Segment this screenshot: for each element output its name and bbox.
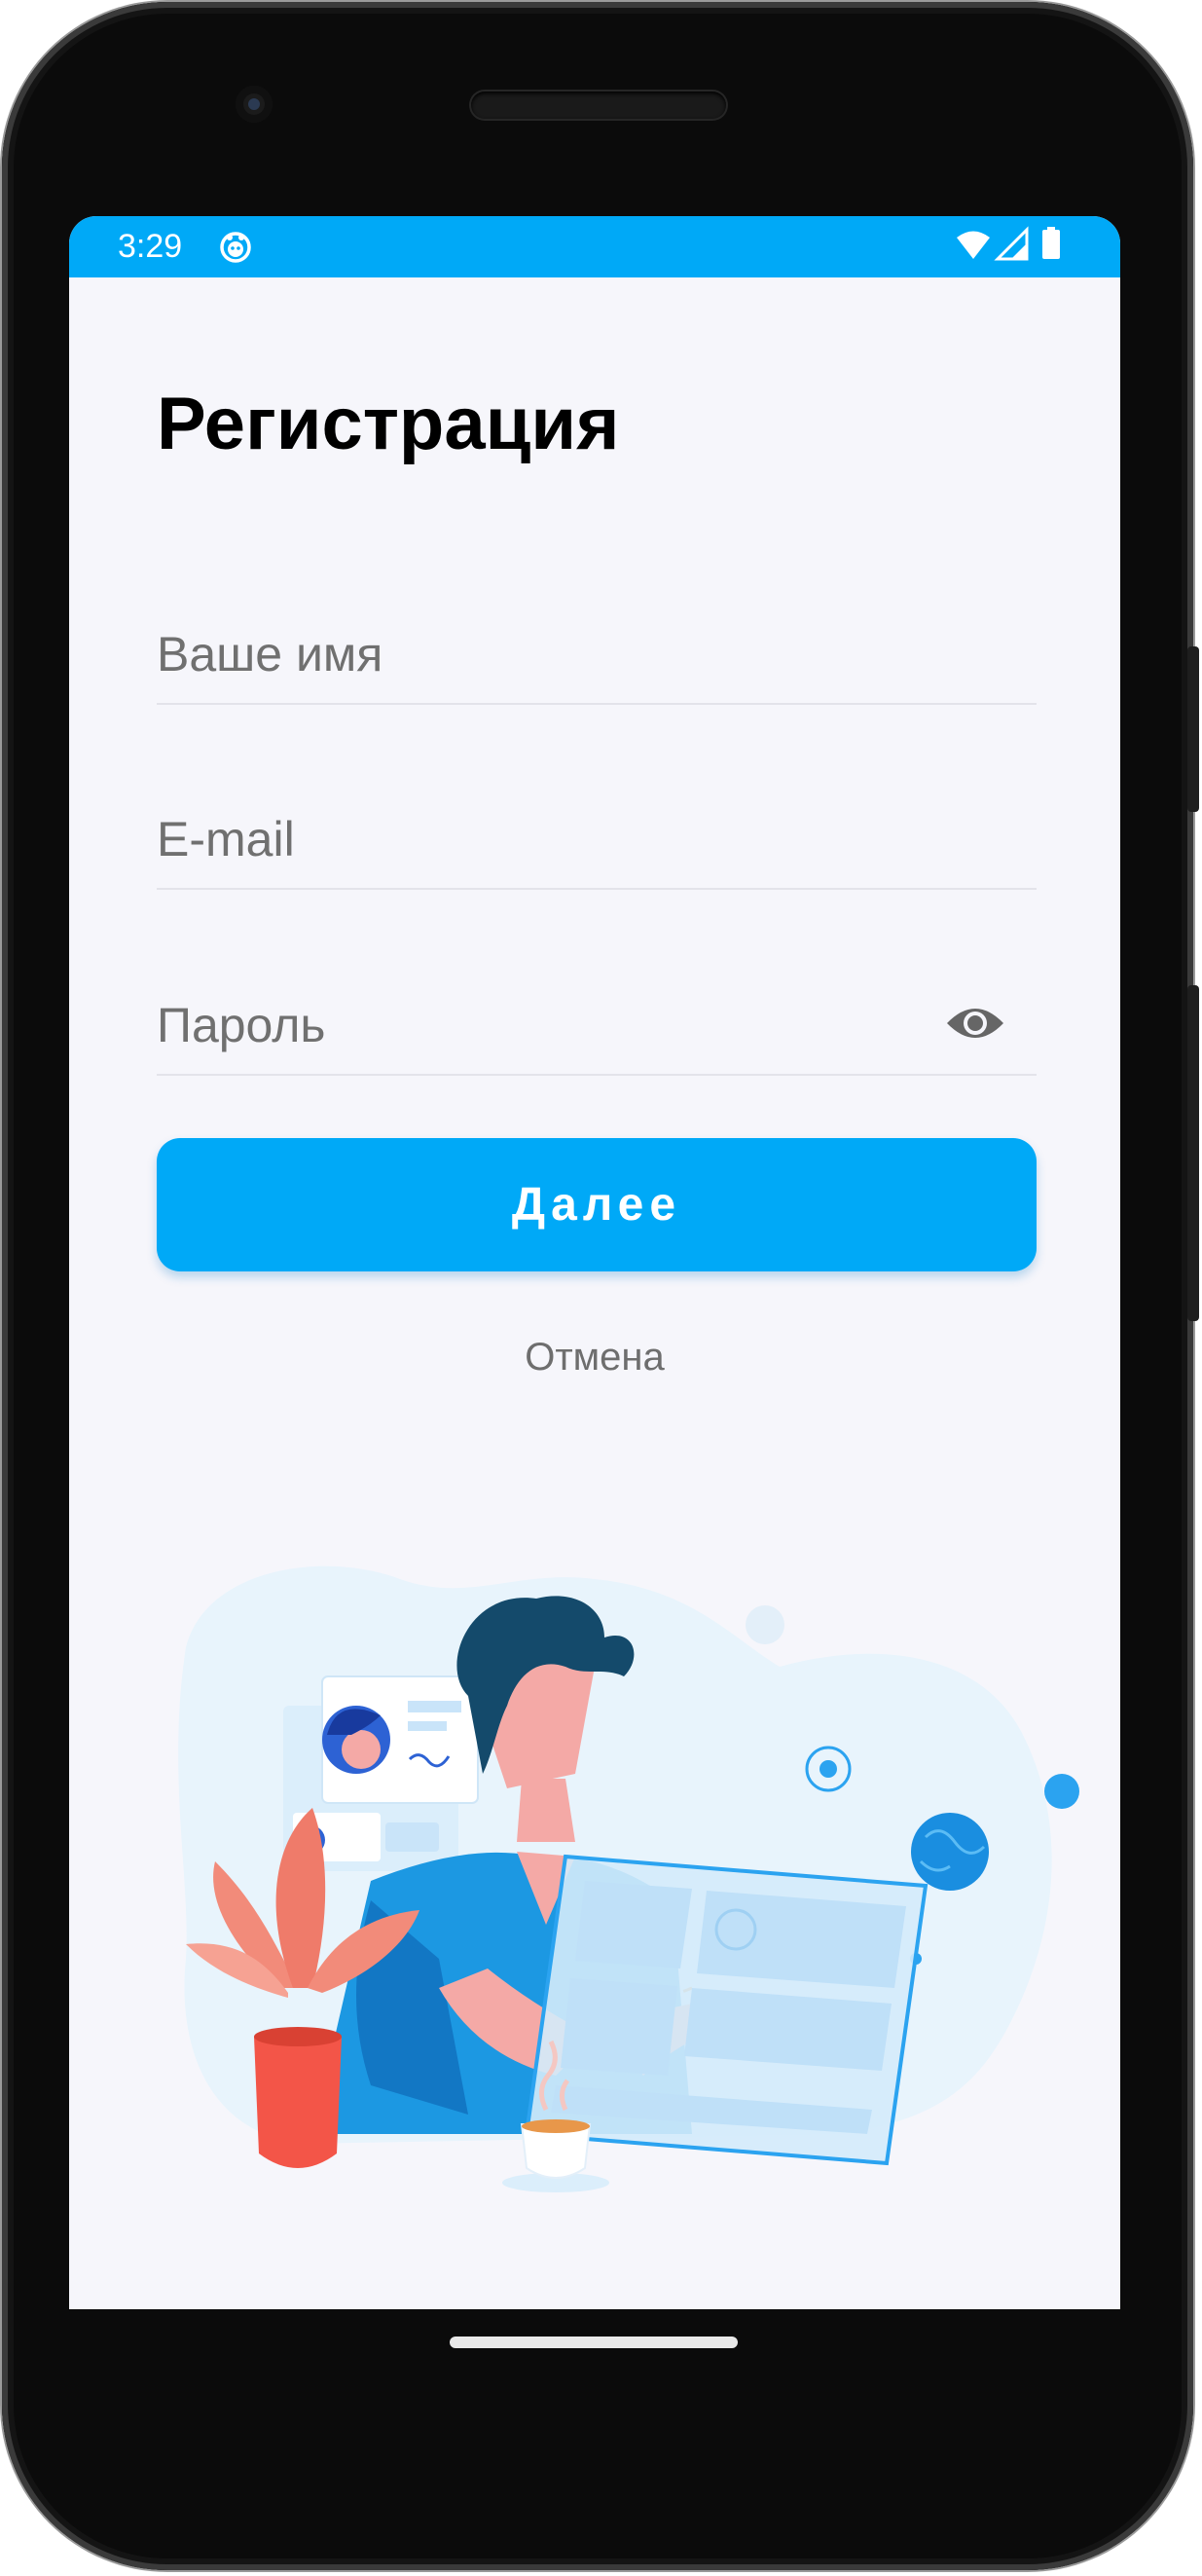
earpiece-speaker (471, 92, 726, 119)
volume-button (1187, 646, 1199, 812)
password-field (157, 967, 1037, 1076)
man-with-tablet-illustration (178, 1565, 1079, 2192)
bubble-blue (1044, 1774, 1079, 1809)
status-icons (957, 226, 1060, 261)
cellular-signal-icon (994, 226, 1029, 261)
app-notification-icon (220, 232, 251, 263)
status-bar: 3:29 (69, 216, 1120, 277)
password-input[interactable] (157, 996, 935, 1054)
front-camera (236, 86, 273, 123)
eye-icon[interactable] (945, 1002, 1005, 1045)
status-time: 3:29 (118, 228, 183, 265)
email-input[interactable] (157, 810, 935, 868)
power-button (1187, 985, 1199, 1321)
cancel-link[interactable]: Отмена (69, 1336, 1120, 1380)
globe-circle (911, 1813, 989, 1891)
app-screen: 3:29 Регистрация Ваше имя E-mail Далее О… (69, 216, 1120, 2309)
next-button[interactable]: Далее (157, 1138, 1037, 1271)
home-indicator[interactable] (450, 2337, 738, 2348)
bubble-small (746, 1605, 784, 1644)
phone-frame: 3:29 Регистрация Ваше имя E-mail Далее О… (2, 2, 1199, 2570)
tablet (524, 1854, 929, 2166)
page-title: Регистрация (157, 383, 620, 465)
battery-icon (1042, 227, 1060, 259)
wifi-icon (957, 231, 990, 259)
name-field (157, 596, 1037, 705)
name-input[interactable] (157, 625, 935, 683)
email-field (157, 781, 1037, 890)
